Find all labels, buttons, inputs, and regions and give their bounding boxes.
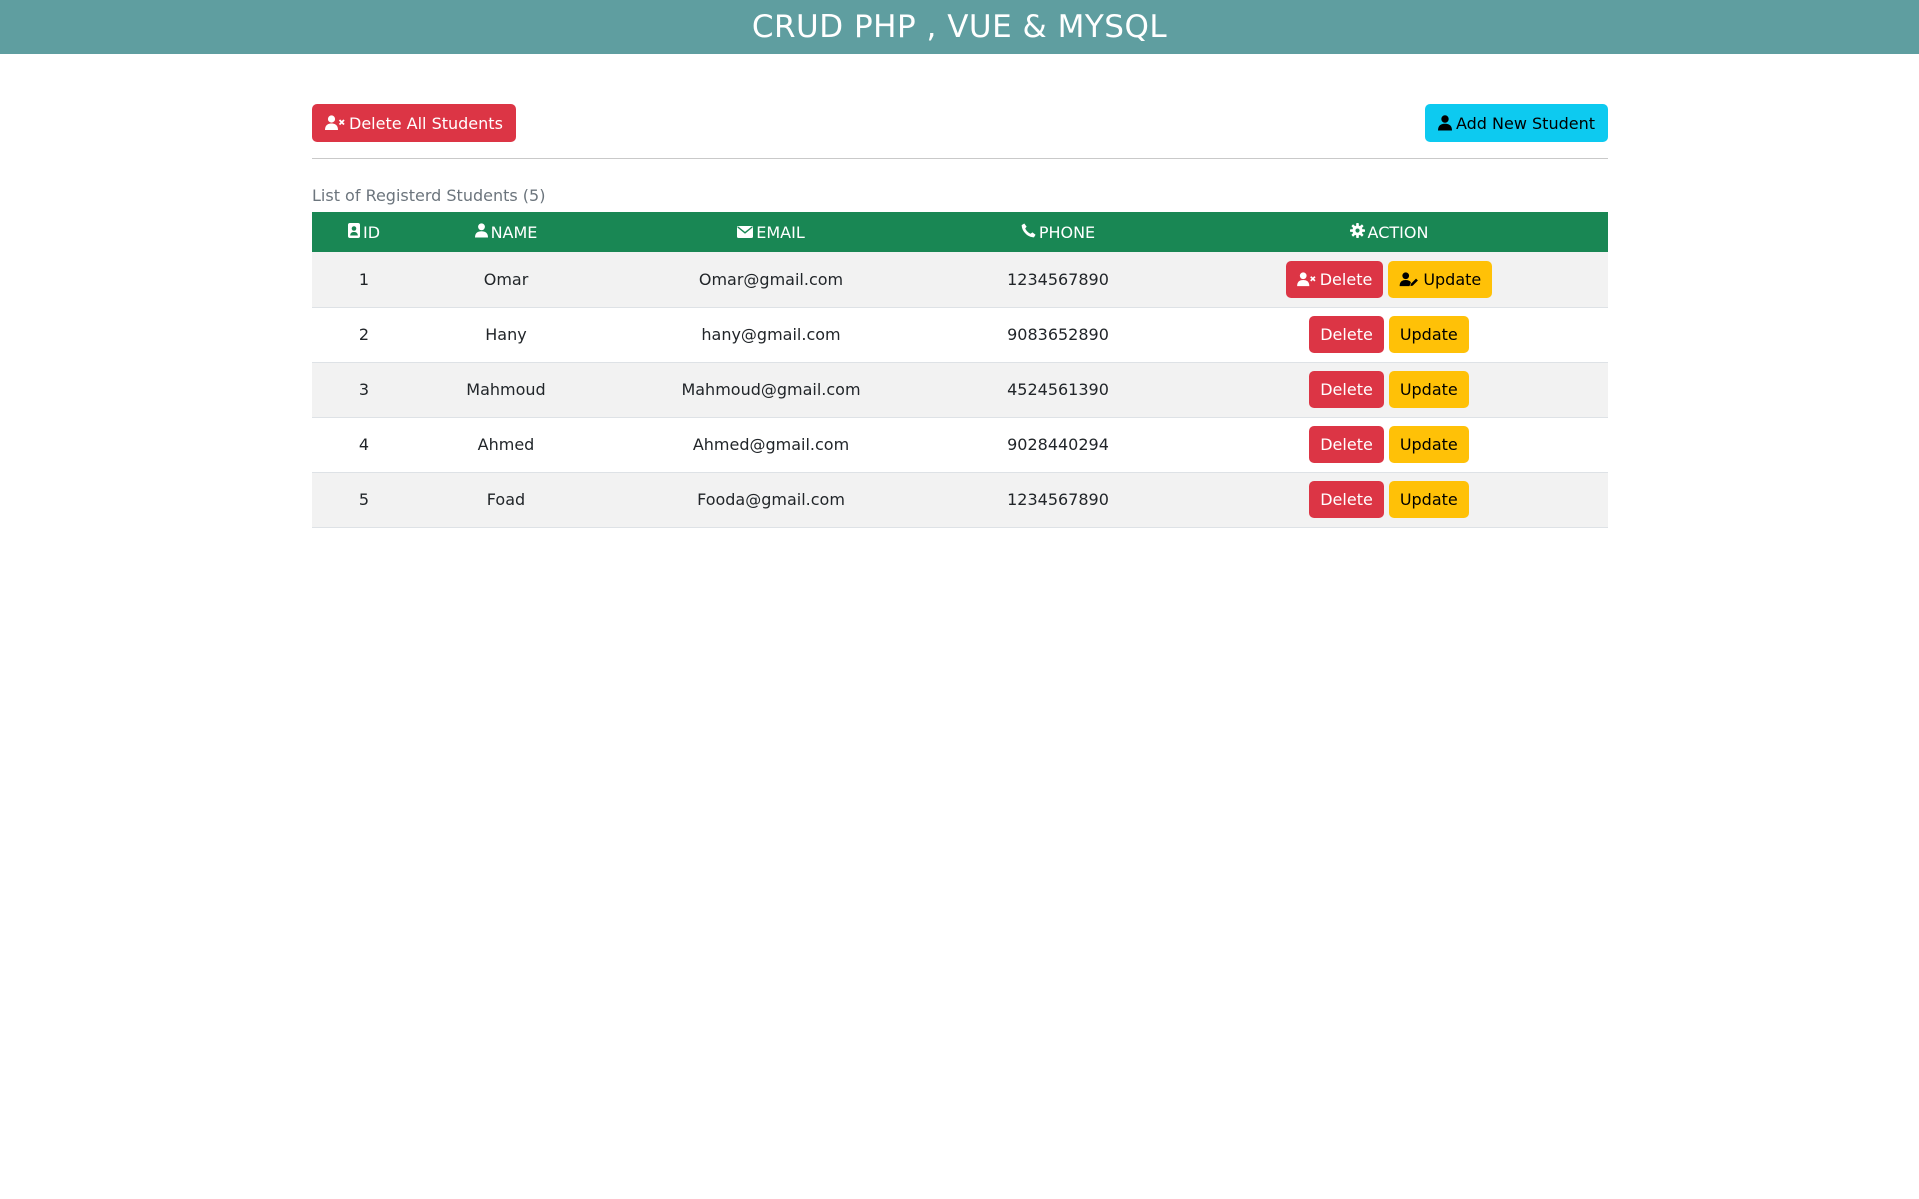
cell-email: Mahmoud@gmail.com [681,380,861,399]
user-icon [1437,115,1452,131]
add-new-student-label: Add New Student [1455,113,1595,133]
user-pen-icon [1399,272,1419,287]
cell-id: 3 [358,380,370,399]
app-header: CRUD PHP , VUE & MYSQL [0,0,1919,54]
cell-phone: 9083652890 [1007,325,1109,344]
table-row: 2 Hany hany@gmail.com 9083652890 Delete … [312,307,1608,362]
page-title: CRUD PHP , VUE & MYSQL [751,9,1168,45]
table-row: 3 Mahmoud Mahmoud@gmail.com 4524561390 D… [312,362,1608,417]
column-header-email: EMAIL [596,212,946,252]
column-header-phone: PHONE [946,212,1170,252]
delete-label: Delete [1320,490,1373,509]
cell-action: Delete Update [1170,417,1608,472]
column-header-action-label: ACTION [1367,222,1429,242]
update-student-button[interactable]: Update [1388,371,1469,408]
delete-all-students-label: Delete All Students [349,113,503,133]
delete-student-button[interactable]: Delete [1309,316,1384,353]
delete-label: Delete [1320,325,1373,344]
column-header-email-label: EMAIL [756,222,805,242]
delete-student-button[interactable]: Delete [1309,426,1384,463]
table-row: 5 Foad Fooda@gmail.com 1234567890 Delete… [312,472,1608,527]
update-label: Update [1399,325,1458,344]
user-xmark-icon [325,115,345,131]
table-header: ID NAME EMAIL PHONE ACTION [312,212,1608,252]
cell-name: Mahmoud [466,380,546,399]
phone-icon [1021,222,1036,242]
cell-name: Ahmed [477,435,535,454]
user-icon [474,222,488,242]
cell-phone: 4524561390 [1007,380,1109,399]
divider [312,158,1608,159]
delete-student-button[interactable]: Delete [1309,481,1384,518]
cell-action: Delete Update [1170,472,1608,527]
update-label: Update [1399,435,1458,454]
cell-phone: 1234567890 [1007,490,1109,509]
gear-icon [1349,222,1365,242]
cell-name: Omar [483,269,529,289]
students-list-caption: List of Registerd Students (5) [312,186,546,205]
update-student-button[interactable]: Update [1388,481,1469,518]
update-student-button[interactable]: Update [1388,260,1493,298]
cell-email: Fooda@gmail.com [697,490,845,509]
cell-id: 5 [358,490,370,509]
delete-label: Delete [1319,269,1373,289]
id-card-icon [347,222,360,242]
delete-student-button[interactable]: Delete [1285,260,1384,298]
column-header-id-label: ID [362,222,381,242]
update-label: Update [1423,269,1482,289]
column-header-name: NAME [416,212,596,252]
update-student-button[interactable]: Update [1388,316,1469,353]
update-label: Update [1399,380,1458,399]
table-row: 1 Omar Omar@gmail.com 1234567890 Delete … [312,252,1608,307]
table-body: 1 Omar Omar@gmail.com 1234567890 Delete … [312,252,1608,527]
envelope-icon [737,223,754,242]
cell-name: Hany [485,325,527,344]
cell-action: Delete Update [1170,362,1608,417]
add-new-student-button[interactable]: Add New Student [1424,104,1608,142]
cell-name: Foad [486,490,526,509]
column-header-action: ACTION [1170,212,1608,252]
column-header-phone-label: PHONE [1038,222,1096,242]
column-header-id: ID [312,212,416,252]
user-xmark-icon [1296,272,1316,287]
cell-email: Omar@gmail.com [698,269,844,289]
delete-student-button[interactable]: Delete [1309,371,1384,408]
cell-id: 4 [358,435,370,454]
students-table: ID NAME EMAIL PHONE ACTION 1 Omar Omar@g… [312,212,1608,528]
toolbar: Delete All Students Add New Student [312,104,1608,142]
update-student-button[interactable]: Update [1388,426,1469,463]
delete-label: Delete [1320,435,1373,454]
main-container: Delete All Students Add New Student List… [312,104,1608,528]
cell-id: 1 [358,269,370,289]
update-label: Update [1399,490,1458,509]
cell-action: Delete Update [1170,252,1608,307]
cell-email: hany@gmail.com [701,325,841,344]
delete-all-students-button[interactable]: Delete All Students [312,104,516,142]
cell-action: Delete Update [1170,307,1608,362]
delete-label: Delete [1320,380,1373,399]
cell-id: 2 [358,325,370,344]
cell-phone: 9028440294 [1007,435,1109,454]
column-header-name-label: NAME [490,222,538,242]
cell-phone: 1234567890 [1007,269,1109,289]
cell-email: Ahmed@gmail.com [692,435,850,454]
table-row: 4 Ahmed Ahmed@gmail.com 9028440294 Delet… [312,417,1608,472]
